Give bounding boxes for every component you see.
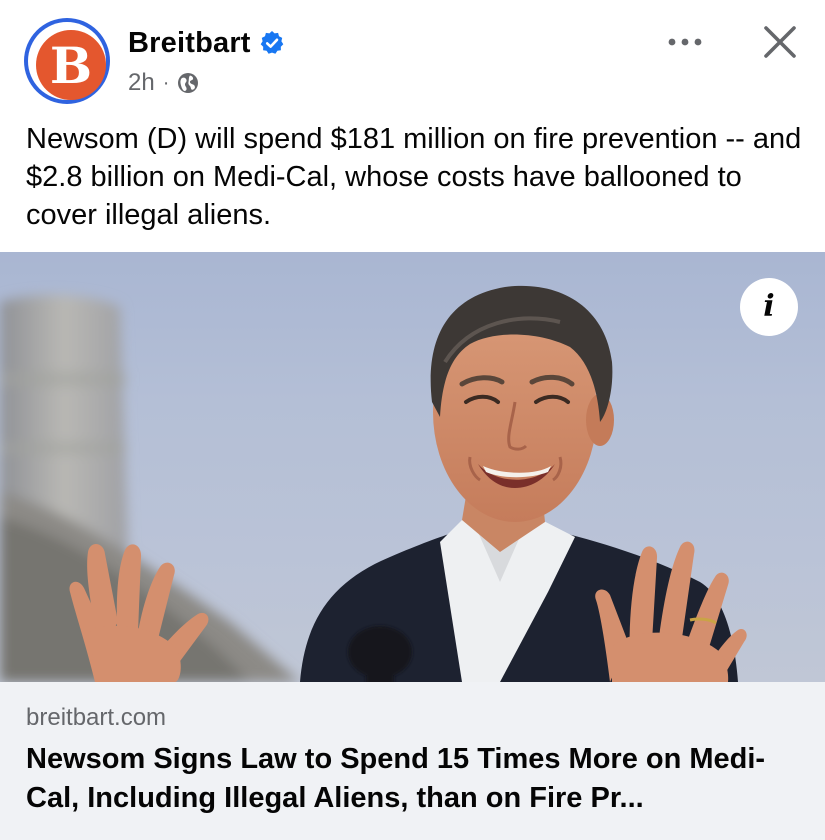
verified-badge-icon — [260, 31, 283, 54]
post-header: B Breitbart 2h · — [0, 0, 825, 112]
close-button[interactable] — [752, 14, 808, 70]
page-name[interactable]: Breitbart — [128, 27, 251, 60]
info-button[interactable]: i — [740, 278, 798, 336]
link-domain: breitbart.com — [26, 704, 167, 731]
avatar-logo: B — [36, 30, 106, 100]
avatar[interactable]: B — [24, 18, 110, 104]
link-preview-footer[interactable]: breitbart.com Newsom Signs Law to Spend … — [0, 682, 825, 840]
link-title[interactable]: Newsom Signs Law to Spend 15 Times More … — [26, 740, 806, 818]
avatar-ring: B — [28, 22, 106, 100]
info-icon: i — [763, 289, 775, 324]
meta-separator: · — [162, 71, 170, 94]
newsom-photo — [0, 285, 747, 682]
link-preview-image[interactable] — [0, 252, 825, 682]
author-row: Breitbart — [128, 26, 285, 60]
post-text: Newsom (D) will spend $181 million on fi… — [26, 123, 802, 231]
facebook-post: B Breitbart 2h · Newsom (D) will spend $… — [0, 0, 825, 840]
avatar-letter: B — [49, 36, 93, 95]
post-time[interactable]: 2h — [128, 69, 155, 97]
close-icon — [764, 26, 796, 58]
globe-icon — [178, 73, 199, 93]
post-meta: 2h · — [128, 68, 199, 98]
more-options-button[interactable] — [660, 22, 710, 62]
more-horizontal-icon — [668, 38, 702, 46]
